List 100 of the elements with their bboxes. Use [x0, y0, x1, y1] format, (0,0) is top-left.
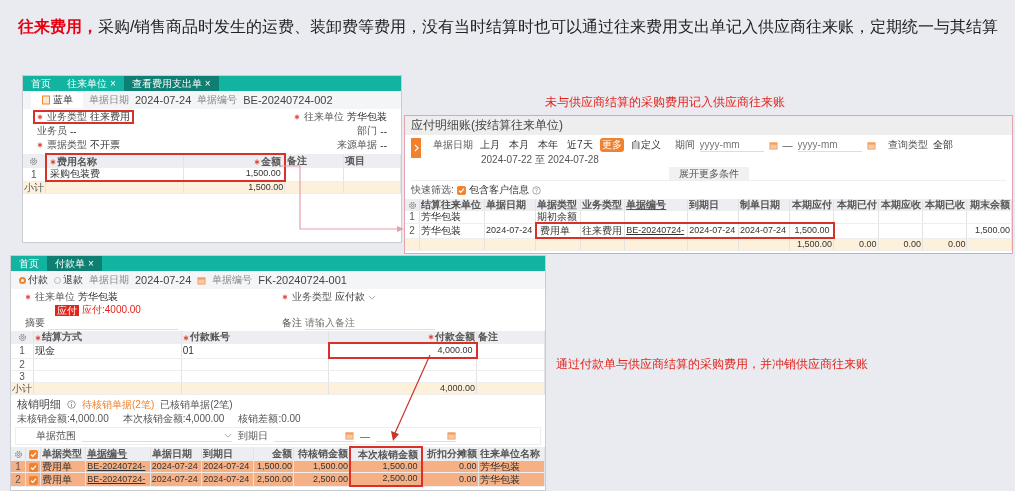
table-cell: 2024-07-24	[203, 461, 250, 471]
document-icon	[41, 95, 51, 105]
table-cell: 2024-07-24	[203, 473, 250, 484]
chevron-down-icon[interactable]	[224, 433, 232, 438]
range-separator: —	[782, 139, 793, 151]
caption-text: 通过付款单与供应商结算的采购费用，并冲销供应商往来账	[556, 356, 868, 373]
period-option[interactable]: 本月	[507, 138, 531, 152]
field-label: 业务员	[37, 124, 67, 138]
column-header: 备注	[478, 331, 499, 343]
field-value: --	[70, 125, 77, 137]
period-option[interactable]: 上月	[478, 138, 502, 152]
field-value: 往来费用	[90, 110, 130, 124]
settings-icon[interactable]	[407, 200, 417, 210]
field-label: 业务类型	[47, 110, 87, 124]
radio-button[interactable]: 退款	[54, 273, 83, 287]
table-cell: 现金	[35, 345, 55, 356]
table-cell: 费用单	[42, 473, 72, 485]
table-row[interactable]: 2	[11, 358, 545, 371]
status-badge: 应付	[55, 304, 79, 316]
settings-icon[interactable]	[29, 156, 39, 166]
table-cell: 2024-07-24	[151, 461, 198, 471]
balance-text: 应付:4000.00	[82, 303, 141, 317]
column-header: 单据编号	[626, 199, 667, 210]
date-field[interactable]	[274, 430, 354, 442]
period-option[interactable]: 自定义	[628, 138, 663, 152]
field-value: 芳华包装	[347, 110, 387, 124]
column-header: 费用名称	[56, 156, 97, 167]
required-icon	[182, 334, 189, 341]
tab[interactable]: 查看费用支出单 ×	[123, 76, 219, 91]
subtotal-value: 0.00	[859, 238, 877, 249]
checkbox[interactable]	[28, 462, 38, 472]
settings-icon[interactable]	[13, 449, 23, 459]
column-header: 结算往来单位	[421, 199, 481, 210]
table-cell: 芳华包装	[479, 473, 520, 485]
table-cell: 1,500.00	[382, 461, 418, 471]
radio-button[interactable]: 付款	[19, 273, 48, 287]
field-label: 单据日期	[433, 138, 473, 152]
column-header: 备注	[286, 155, 307, 166]
field-label: 票据类型	[47, 138, 87, 152]
calendar-icon[interactable]	[345, 431, 354, 440]
row-number: 2	[409, 225, 415, 236]
table-cell: 1,500.00	[257, 461, 293, 471]
checkbox[interactable]	[456, 185, 466, 195]
settings-icon[interactable]	[17, 333, 27, 343]
input-field[interactable]: 请输入备注	[305, 316, 435, 330]
column-header: 付款账号	[189, 331, 230, 343]
expand-button[interactable]	[411, 138, 421, 158]
table-cell: 期初余额	[537, 211, 578, 222]
column-header: 单据类型	[537, 199, 578, 210]
table-cell: BE-20240724-	[87, 473, 146, 484]
column-header: 单据日期	[486, 199, 527, 210]
checkbox[interactable]	[28, 475, 38, 485]
column-header: 本期应收	[880, 199, 921, 210]
field-value: --	[380, 139, 387, 151]
column-header: 单据编号	[87, 448, 128, 459]
table-row[interactable]: 3	[11, 370, 545, 383]
table-cell: 往来费用	[581, 225, 622, 236]
subtotal-label: 小计	[24, 181, 44, 193]
column-header: 结算方式	[42, 331, 82, 343]
field-value: 应付款	[335, 290, 365, 304]
period-option[interactable]: 本年	[536, 138, 560, 152]
tab[interactable]: 付款单 ×	[47, 256, 102, 271]
column-header: 到期日	[689, 199, 720, 210]
column-header: 本期已付	[836, 199, 877, 210]
table-row[interactable]: 1 现金 01 4,000.00	[11, 343, 545, 358]
required-icon	[37, 114, 43, 120]
chevron-right-icon	[413, 144, 419, 152]
field-value: 全部	[932, 138, 953, 152]
subtotal-value: 1,500.00	[797, 239, 833, 249]
range-separator: —	[360, 430, 370, 442]
table-row[interactable]: 1 芳华包装 期初余额	[405, 210, 1012, 223]
window-title: 应付明细账(按结算往来单位)	[405, 116, 1012, 135]
field-value: 芳华包装	[78, 290, 118, 304]
caption-text: 未与供应商结算的采购费用记入供应商往来账	[545, 94, 785, 111]
summary-text: 本次核销金额:4,000.00	[122, 412, 225, 426]
calendar-icon[interactable]	[447, 431, 456, 440]
tab[interactable]: 已核销单据(2笔)	[160, 397, 233, 412]
column-header: 本期已收	[925, 199, 966, 210]
chevron-down-icon[interactable]	[368, 294, 376, 300]
meta-value: 2024-07-24	[135, 94, 192, 106]
table-cell: 2024-07-24	[739, 225, 786, 235]
field-value: --	[380, 125, 387, 137]
help-icon[interactable]	[531, 185, 541, 195]
checkbox[interactable]	[28, 449, 38, 459]
meta-value: BE-20240724-002	[243, 94, 333, 106]
calendar-icon[interactable]	[768, 140, 778, 150]
table-cell: 2024-07-24	[151, 473, 198, 484]
column-header: 单据类型	[42, 448, 82, 459]
column-header: 金额	[260, 156, 281, 167]
calendar-icon[interactable]	[866, 140, 876, 150]
document-type-tab[interactable]: 蓝单	[31, 92, 83, 108]
subtotal-value: 0.00	[947, 238, 966, 249]
expand-conditions-button[interactable]: 展开更多条件	[668, 167, 749, 180]
column-header: 期末余额	[970, 199, 1010, 210]
period-option[interactable]: 近7天	[565, 138, 595, 152]
row-number: 1	[409, 211, 415, 223]
field-label: 来源单据	[337, 138, 378, 152]
meta-value: 2024-07-24	[135, 274, 192, 286]
calendar-icon[interactable]	[197, 275, 207, 285]
meta-label: 单据编号	[212, 273, 253, 287]
